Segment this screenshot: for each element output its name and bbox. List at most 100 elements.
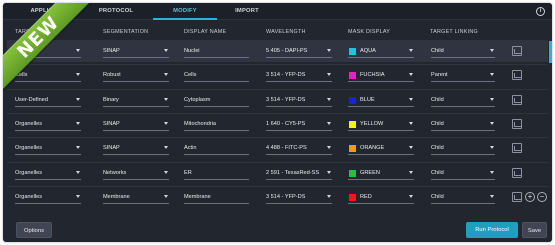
- chevron-down-icon: [76, 146, 80, 150]
- segmentation-dropdown[interactable]: Networks: [103, 167, 169, 180]
- target-linking-dropdown[interactable]: Child: [431, 118, 495, 131]
- column-header-wavelength: WAVELENGTH: [266, 29, 306, 35]
- wavelength-dropdown[interactable]: 4 488 - FITC-PS: [266, 142, 332, 156]
- display-name-field[interactable]: Mitochondria: [184, 118, 249, 131]
- target-linking-dropdown-text: Parent: [431, 72, 448, 79]
- wavelength-dropdown[interactable]: 5 405 - DAPI-PS: [266, 45, 332, 58]
- wavelength-dropdown[interactable]: 2 591 - TexasRed-SS: [266, 167, 332, 180]
- chevron-down-icon: [327, 170, 331, 174]
- chevron-down-icon: [76, 73, 80, 77]
- tab-modify[interactable]: MODIFY: [153, 3, 217, 20]
- mask-display-dropdown[interactable]: YELLOW: [348, 118, 414, 131]
- target-linking-dropdown[interactable]: Child: [431, 142, 495, 156]
- wavelength-dropdown[interactable]: 3 514 - YFP-DS: [266, 69, 332, 83]
- display-name-field[interactable]: Cytoplasm: [184, 94, 249, 107]
- display-name-field[interactable]: Actin: [184, 142, 249, 156]
- target-linking-dropdown-text: Child: [431, 120, 444, 127]
- target-dropdown[interactable]: Organelles: [15, 142, 81, 156]
- tab-import[interactable]: IMPORT: [227, 3, 267, 20]
- target-dropdown[interactable]: User-Defined: [15, 94, 81, 107]
- table-row[interactable]: Organelles SINAP Actin 4 488 - FITC-PS ORANG…: [7, 137, 548, 159]
- mask-color-swatch: [349, 48, 356, 55]
- info-icon[interactable]: i: [536, 7, 545, 16]
- column-header-target-linking: TARGET LINKING: [430, 29, 478, 35]
- chevron-down-icon: [327, 121, 331, 125]
- chevron-down-icon: [76, 194, 80, 198]
- chevron-down-icon: [76, 97, 80, 101]
- options-button[interactable]: Options: [16, 222, 52, 238]
- segmentation-dropdown[interactable]: Membrane: [103, 191, 169, 204]
- display-name-field-text: Actin: [184, 145, 197, 152]
- chart-icon[interactable]: [512, 70, 522, 81]
- wavelength-dropdown[interactable]: 3 514 - YFP-DS: [266, 94, 332, 107]
- target-dropdown[interactable]: Cells: [15, 69, 81, 83]
- target-linking-dropdown[interactable]: Child: [431, 94, 495, 107]
- display-name-field[interactable]: ER: [184, 167, 249, 180]
- wavelength-dropdown[interactable]: 3 514 - YFP-DS: [266, 191, 332, 204]
- target-linking-dropdown[interactable]: Child: [431, 167, 495, 180]
- chevron-down-icon: [76, 170, 80, 174]
- app-window: APPLICATION PROTOCOL MODIFY IMPORT i TAR…: [3, 3, 552, 242]
- chart-icon[interactable]: [512, 191, 522, 202]
- segmentation-dropdown[interactable]: SINAP: [103, 45, 169, 58]
- target-linking-dropdown-text: Child: [431, 145, 444, 152]
- target-linking-dropdown[interactable]: Parent: [431, 69, 495, 83]
- tab-protocol[interactable]: PROTOCOL: [91, 3, 141, 20]
- chevron-down-icon: [409, 146, 413, 150]
- target-linking-dropdown-text: Child: [431, 48, 444, 54]
- table-row[interactable]: Organelles Networks ER 2 591 - TexasRed-SS G…: [7, 161, 548, 184]
- chevron-down-icon: [490, 146, 494, 150]
- chevron-down-icon: [490, 73, 494, 77]
- display-name-field[interactable]: Nuclei: [184, 45, 249, 58]
- column-header-mask-display: MASK DISPLAY: [348, 29, 391, 35]
- display-name-field[interactable]: Membrane: [184, 191, 249, 204]
- table-row[interactable]: User-Defined Binary Cytoplasm 3 514 - YFP-D…: [7, 88, 548, 111]
- mask-display-dropdown[interactable]: GREEN: [348, 167, 414, 180]
- chevron-down-icon: [327, 146, 331, 150]
- segmentation-dropdown[interactable]: Binary: [103, 94, 169, 107]
- wavelength-dropdown-text: 4 488 - FITC-PS: [266, 145, 307, 152]
- target-linking-dropdown[interactable]: Child: [431, 45, 495, 58]
- chevron-down-icon: [409, 121, 413, 125]
- chevron-down-icon: [327, 194, 331, 198]
- wavelength-dropdown-text: 1 640 - CY5-PS: [266, 120, 306, 127]
- segmentation-dropdown[interactable]: Robust: [103, 69, 169, 83]
- segmentation-dropdown[interactable]: SINAP: [103, 118, 169, 131]
- save-button[interactable]: Save: [522, 222, 547, 238]
- chart-icon[interactable]: [512, 94, 522, 105]
- mask-color-swatch: [349, 96, 356, 104]
- chevron-down-icon: [490, 49, 494, 52]
- target-dropdown[interactable]: Organelles: [15, 118, 81, 131]
- wavelength-dropdown-text: 3 514 - YFP-DS: [266, 193, 306, 200]
- mask-display-dropdown[interactable]: BLUE: [348, 94, 414, 107]
- target-dropdown-text: Organelles: [15, 193, 43, 200]
- table-row[interactable]: Organelles SINAP Mitochondria 1 640 - CY5-P…: [7, 112, 548, 135]
- target-dropdown[interactable]: Organelles: [15, 191, 81, 204]
- wavelength-dropdown-text: 2 591 - TexasRed-SS: [266, 169, 320, 176]
- display-name-field-text: Mitochondria: [184, 120, 217, 127]
- run-protocol-button[interactable]: Run Protocol: [466, 222, 518, 238]
- wavelength-dropdown[interactable]: 1 640 - CY5-PS: [266, 118, 332, 131]
- chart-icon[interactable]: [512, 118, 522, 129]
- table-row[interactable]: Organelles Membrane Membrane 3 514 - YFP-DS…: [7, 185, 548, 208]
- chevron-down-icon: [164, 170, 168, 174]
- remove-row-icon[interactable]: −: [537, 191, 547, 202]
- display-name-field[interactable]: Cells: [184, 69, 249, 83]
- chevron-down-icon: [490, 194, 494, 198]
- mask-display-dropdown[interactable]: FUCHSIA: [348, 69, 414, 83]
- target-dropdown[interactable]: Organelles: [15, 167, 81, 180]
- table-row[interactable]: Cells Robust Cells 3 514 - YFP-DS FUCHSIA Par…: [7, 64, 548, 86]
- segmentation-dropdown[interactable]: SINAP: [103, 142, 169, 156]
- add-row-icon[interactable]: +: [525, 191, 535, 202]
- mask-display-dropdown[interactable]: AQUA: [348, 45, 414, 58]
- mask-display-dropdown[interactable]: ORANGE: [348, 142, 414, 156]
- table-row[interactable]: NucleiSINAPNuclei5 405 - DAPI-PSAQUAChil…: [7, 40, 552, 63]
- chart-icon[interactable]: [512, 167, 522, 178]
- display-name-field-text: ER: [184, 169, 192, 176]
- display-name-field-text: Membrane: [184, 193, 211, 200]
- mask-display-dropdown[interactable]: RED: [348, 191, 414, 204]
- chart-icon[interactable]: [512, 46, 522, 56]
- target-linking-dropdown[interactable]: Child: [431, 191, 495, 204]
- mask-display-dropdown-text: YELLOW: [360, 120, 384, 127]
- chart-icon[interactable]: [512, 143, 522, 154]
